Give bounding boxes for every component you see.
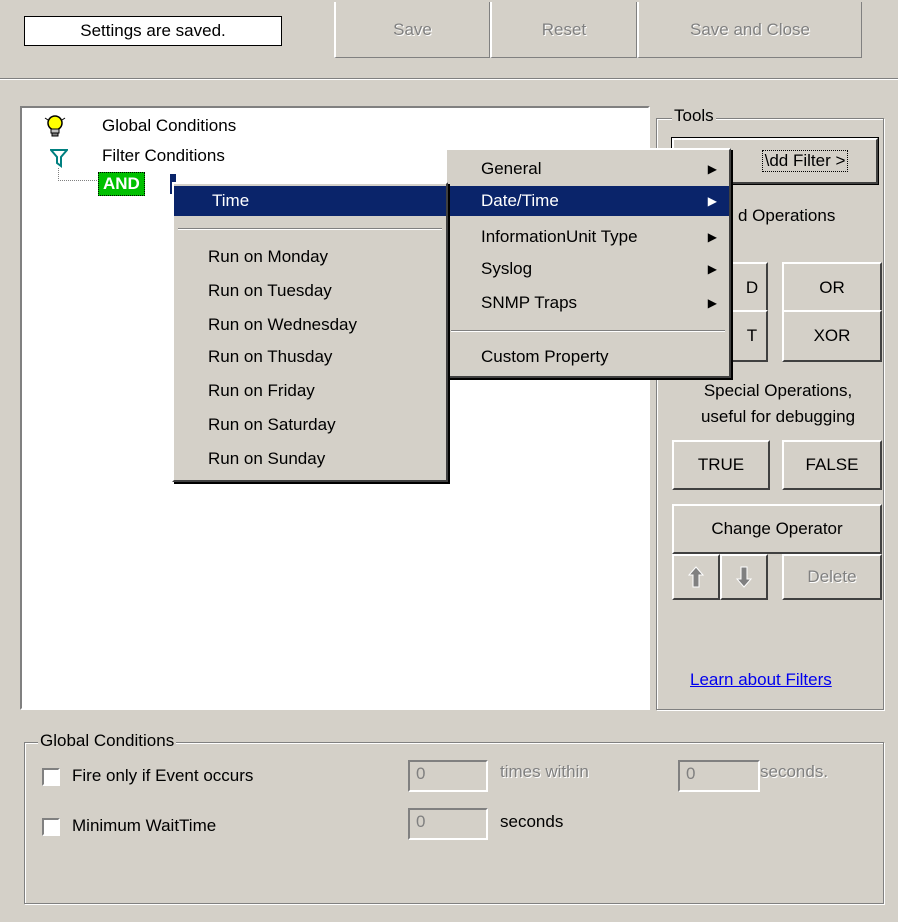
submenu-separator bbox=[178, 228, 442, 230]
move-up-button[interactable] bbox=[672, 554, 720, 600]
lightbulb-icon bbox=[44, 114, 66, 140]
time-submenu: Time Run on Monday Run on Tuesday Run on… bbox=[172, 182, 448, 482]
menu-item-label: Custom Property bbox=[481, 347, 609, 366]
seconds-input[interactable]: 0 bbox=[678, 760, 760, 792]
and-node[interactable]: AND bbox=[98, 172, 145, 196]
submenu-item-sunday[interactable]: Run on Sunday bbox=[174, 444, 446, 474]
menu-item-date-time[interactable]: Date/Time ▶ bbox=[447, 186, 729, 216]
global-conditions-legend: Global Conditions bbox=[38, 731, 177, 751]
tools-legend: Tools bbox=[672, 106, 716, 126]
learn-about-filters-link[interactable]: Learn about Filters bbox=[690, 670, 832, 690]
save-and-close-button[interactable]: Save and Close bbox=[637, 2, 862, 58]
submenu-item-tuesday[interactable]: Run on Tuesday bbox=[174, 276, 446, 306]
menu-item-snmp-traps[interactable]: SNMP Traps ▶ bbox=[447, 288, 729, 318]
menu-item-label: General bbox=[481, 159, 542, 178]
status-field: Settings are saved. bbox=[24, 16, 282, 46]
arrow-down-icon bbox=[736, 566, 752, 588]
triangle-right-icon: ▶ bbox=[707, 162, 717, 176]
xor-button[interactable]: XOR bbox=[782, 310, 882, 362]
fire-only-checkbox[interactable] bbox=[42, 768, 60, 786]
operations-label: d Operations bbox=[738, 206, 836, 225]
change-operator-button[interactable]: Change Operator bbox=[672, 504, 882, 554]
menu-item-general[interactable]: General ▶ bbox=[447, 154, 729, 184]
fire-only-label: Fire only if Event occurs bbox=[72, 766, 254, 785]
or-button[interactable]: OR bbox=[782, 262, 882, 314]
triangle-right-icon: ▶ bbox=[707, 194, 717, 208]
min-wait-checkbox[interactable] bbox=[42, 818, 60, 836]
triangle-right-icon: ▶ bbox=[707, 262, 717, 276]
tree-item-filter-conditions[interactable]: Filter Conditions bbox=[102, 146, 225, 166]
menu-item-syslog[interactable]: Syslog ▶ bbox=[447, 254, 729, 284]
triangle-right-icon: ▶ bbox=[707, 296, 717, 310]
funnel-icon bbox=[48, 148, 70, 168]
min-wait-input[interactable]: 0 bbox=[408, 808, 488, 840]
submenu-item-friday[interactable]: Run on Friday bbox=[174, 376, 446, 406]
move-down-button[interactable] bbox=[720, 554, 768, 600]
submenu-item-wednesday[interactable]: Run on Wednesday bbox=[174, 310, 446, 340]
special-line-2: useful for debugging bbox=[700, 407, 856, 426]
menu-item-label: SNMP Traps bbox=[481, 293, 578, 312]
triangle-right-icon: ▶ bbox=[707, 230, 717, 244]
menu-separator bbox=[451, 330, 725, 332]
tree-connector bbox=[58, 168, 99, 181]
menu-item-custom-property[interactable]: Custom Property bbox=[447, 342, 729, 372]
tree-item-global-conditions[interactable]: Global Conditions bbox=[102, 116, 236, 136]
context-menu: General ▶ Date/Time ▶ InformationUnit Ty… bbox=[445, 148, 731, 378]
submenu-item-monday[interactable]: Run on Monday bbox=[174, 242, 446, 272]
add-filter-label: \dd Filter > bbox=[761, 150, 849, 172]
save-button[interactable]: Save bbox=[334, 2, 490, 58]
toolbar-divider bbox=[0, 78, 898, 80]
min-wait-label: Minimum WaitTime bbox=[72, 816, 217, 835]
submenu-item-thusday[interactable]: Run on Thusday bbox=[174, 342, 446, 372]
not-button-label: T bbox=[746, 326, 758, 346]
and-button-label: D bbox=[745, 278, 759, 298]
fire-only-count-input[interactable]: 0 bbox=[408, 760, 488, 792]
arrow-up-icon bbox=[688, 566, 704, 588]
delete-button[interactable]: Delete bbox=[782, 554, 882, 600]
menu-item-label: Syslog bbox=[481, 259, 533, 278]
true-button[interactable]: TRUE bbox=[672, 440, 770, 490]
menu-item-label: Date/Time bbox=[481, 191, 559, 210]
reset-button[interactable]: Reset bbox=[490, 2, 637, 58]
menu-item-informationunit-type[interactable]: InformationUnit Type ▶ bbox=[447, 222, 729, 252]
seconds-dot-label: seconds. bbox=[760, 762, 829, 781]
min-wait-seconds-label: seconds bbox=[500, 812, 564, 831]
status-text: Settings are saved. bbox=[80, 21, 226, 40]
special-operations-label: Special Operations, useful for debugging bbox=[668, 378, 888, 430]
special-line-1: Special Operations, bbox=[703, 381, 853, 400]
submenu-item-saturday[interactable]: Run on Saturday bbox=[174, 410, 446, 440]
times-within-label: times within bbox=[500, 762, 589, 781]
submenu-header-time[interactable]: Time bbox=[174, 186, 446, 216]
false-button[interactable]: FALSE bbox=[782, 440, 882, 490]
menu-item-label: InformationUnit Type bbox=[481, 227, 638, 246]
